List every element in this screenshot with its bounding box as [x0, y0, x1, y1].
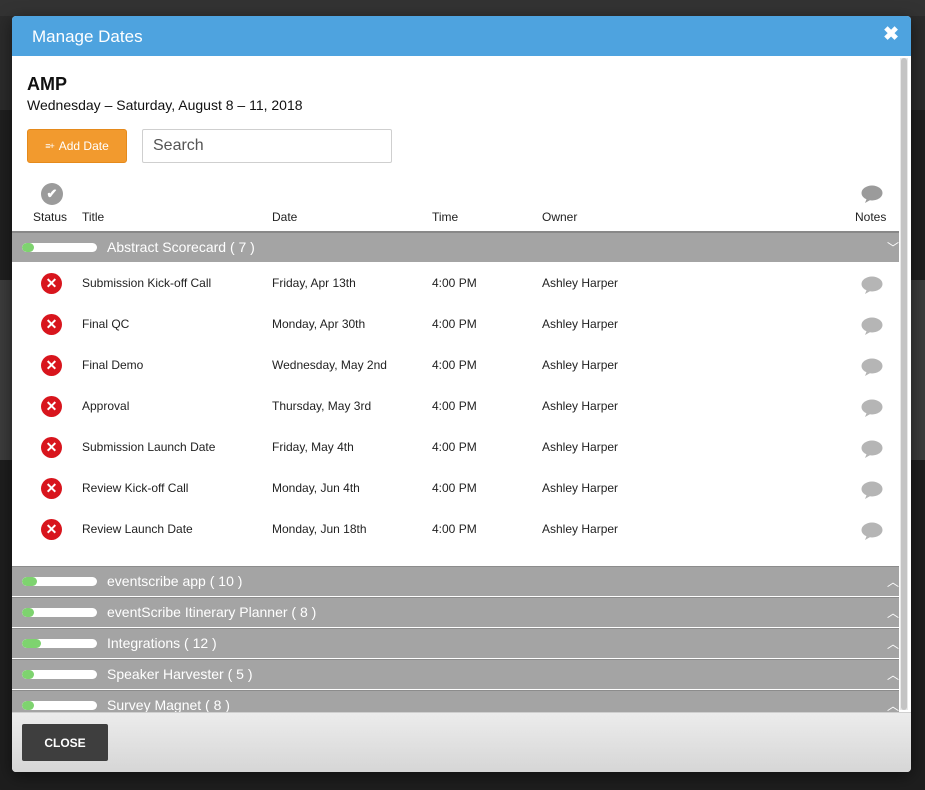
scrollbar[interactable]: [900, 58, 908, 710]
row-owner: Ashley Harper: [542, 358, 619, 372]
table-row[interactable]: ✕ Final Demo Wednesday, May 2nd 4:00 PM Ashl…: [12, 345, 899, 386]
row-owner: Ashley Harper: [542, 481, 619, 495]
row-title: Submission Kick-off Call: [82, 276, 212, 290]
note-icon[interactable]: [861, 358, 883, 381]
row-time: 4:00 PM: [432, 317, 477, 331]
group-label: Speaker Harvester ( 5 ): [107, 666, 253, 682]
row-date: Thursday, May 3rd: [272, 399, 372, 413]
group-label: Integrations ( 12 ): [107, 635, 217, 651]
col-title: Title: [82, 210, 105, 224]
group-label: eventscribe app ( 10 ): [107, 573, 243, 589]
incomplete-status-icon[interactable]: ✕: [41, 519, 62, 540]
row-time: 4:00 PM: [432, 276, 477, 290]
group-label: eventScribe Itinerary Planner ( 8 ): [107, 604, 317, 620]
group-progress-bar: [22, 639, 97, 648]
group-progress-bar: [22, 670, 97, 679]
group-progress-bar: [22, 577, 97, 586]
chevron-up-icon[interactable]: ︿: [887, 666, 899, 683]
chevron-down-icon[interactable]: ﹀: [887, 239, 899, 256]
group-abstract-scorecard[interactable]: Abstract Scorecard ( 7 ) ﹀: [12, 231, 899, 262]
close-icon[interactable]: ✖: [883, 25, 899, 45]
group-itinerary-planner[interactable]: eventScribe Itinerary Planner ( 8 ) ︿: [12, 597, 899, 627]
chevron-up-icon[interactable]: ︿: [887, 604, 899, 621]
incomplete-status-icon[interactable]: ✕: [41, 396, 62, 417]
notes-header-icon: [861, 185, 883, 208]
table-row[interactable]: ✕ Review Kick-off Call Monday, Jun 4th 4:00…: [12, 468, 899, 509]
row-title: Approval: [82, 399, 130, 413]
add-date-label: Add Date: [58, 139, 109, 153]
row-time: 4:00 PM: [432, 399, 477, 413]
row-time: 4:00 PM: [432, 481, 477, 495]
note-icon[interactable]: [861, 440, 883, 463]
row-title: Final Demo: [82, 358, 144, 372]
manage-dates-modal: Manage Dates ✖ AMP Wednesday – Saturday,…: [12, 16, 911, 772]
col-status: Status: [33, 210, 68, 224]
table-row[interactable]: ✕ Submission Launch Date Friday, May 4th 4:…: [12, 427, 899, 468]
incomplete-status-icon[interactable]: ✕: [41, 478, 62, 499]
row-owner: Ashley Harper: [542, 317, 619, 331]
row-owner: Ashley Harper: [542, 276, 619, 290]
chevron-up-icon[interactable]: ︿: [887, 635, 899, 652]
group-progress-bar: [22, 243, 97, 252]
modal-title: Manage Dates: [32, 27, 143, 46]
table-row[interactable]: ✕ Submission Kick-off Call Friday, Apr 13t…: [12, 263, 899, 304]
status-check-icon: ✔: [41, 183, 63, 205]
chevron-up-icon[interactable]: ︿: [887, 697, 899, 712]
group-label: Survey Magnet ( 8 ): [107, 697, 230, 712]
row-date: Monday, Jun 18th: [272, 522, 367, 536]
incomplete-status-icon[interactable]: ✕: [41, 314, 62, 335]
table-row[interactable]: ✕ Approval Thursday, May 3rd 4:00 PM Ashley …: [12, 386, 899, 427]
group-survey-magnet[interactable]: Survey Magnet ( 8 ) ︿: [12, 690, 899, 712]
note-icon[interactable]: [861, 481, 883, 504]
group-label: Abstract Scorecard ( 7 ): [107, 239, 255, 255]
row-date: Wednesday, May 2nd: [272, 358, 387, 372]
note-icon[interactable]: [861, 399, 883, 422]
incomplete-status-icon[interactable]: ✕: [41, 273, 62, 294]
event-dates: Wednesday – Saturday, August 8 – 11, 201…: [27, 97, 303, 113]
event-name: AMP: [27, 74, 67, 94]
table-row[interactable]: ✕ Review Launch Date Monday, Jun 18th 4:00 …: [12, 509, 899, 550]
note-icon[interactable]: [861, 317, 883, 340]
col-time: Time: [432, 210, 459, 224]
table-row[interactable]: ✕ Final QC Monday, Apr 30th 4:00 PM Ashley H…: [12, 304, 899, 345]
modal-body: AMP Wednesday – Saturday, August 8 – 11,…: [12, 56, 911, 712]
group-integrations[interactable]: Integrations ( 12 ) ︿: [12, 628, 899, 658]
modal-footer: CLOSE: [12, 712, 911, 772]
row-time: 4:00 PM: [432, 522, 477, 536]
row-owner: Ashley Harper: [542, 440, 619, 454]
incomplete-status-icon[interactable]: ✕: [41, 437, 62, 458]
row-owner: Ashley Harper: [542, 522, 619, 536]
col-notes: Notes: [855, 210, 887, 224]
search-input[interactable]: [142, 129, 392, 163]
group-eventscribe-app[interactable]: eventscribe app ( 10 ) ︿: [12, 566, 899, 596]
row-time: 4:00 PM: [432, 358, 477, 372]
row-date: Monday, Apr 30th: [272, 317, 366, 331]
close-button[interactable]: CLOSE: [22, 724, 108, 761]
scroll-thumb[interactable]: [901, 58, 907, 710]
row-title: Review Kick-off Call: [82, 481, 189, 495]
row-title: Review Launch Date: [82, 522, 193, 536]
row-date: Friday, May 4th: [272, 440, 354, 454]
incomplete-status-icon[interactable]: ✕: [41, 355, 62, 376]
note-icon[interactable]: [861, 522, 883, 545]
row-title: Submission Launch Date: [82, 440, 216, 454]
row-date: Monday, Jun 4th: [272, 481, 360, 495]
row-date: Friday, Apr 13th: [272, 276, 356, 290]
row-owner: Ashley Harper: [542, 399, 619, 413]
note-icon[interactable]: [861, 276, 883, 299]
col-owner: Owner: [542, 210, 578, 224]
group-progress-bar: [22, 608, 97, 617]
row-title: Final QC: [82, 317, 130, 331]
group-speaker-harvester[interactable]: Speaker Harvester ( 5 ) ︿: [12, 659, 899, 689]
list-plus-icon: ≡+: [45, 141, 54, 151]
col-date: Date: [272, 210, 298, 224]
row-time: 4:00 PM: [432, 440, 477, 454]
chevron-up-icon[interactable]: ︿: [887, 573, 899, 590]
group-progress-bar: [22, 701, 97, 710]
add-date-button[interactable]: ≡+ Add Date: [27, 129, 127, 163]
modal-header: Manage Dates ✖: [12, 16, 911, 56]
